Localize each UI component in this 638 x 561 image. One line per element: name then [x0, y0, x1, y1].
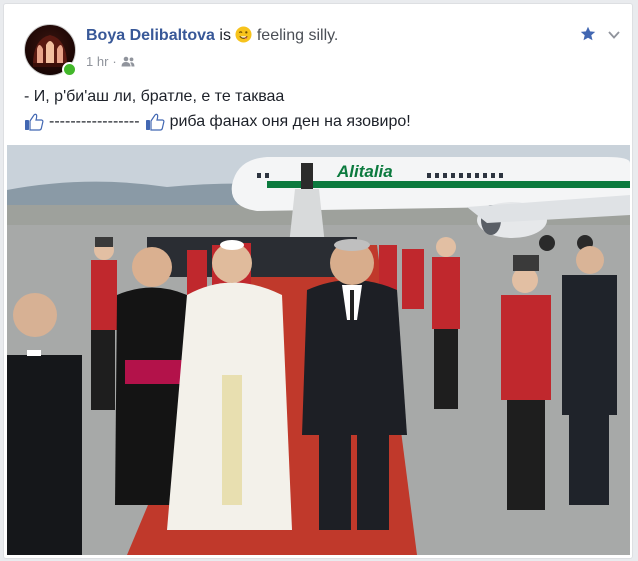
- chevron-down-icon[interactable]: [608, 31, 620, 39]
- post-meta: 1 hr ·: [86, 54, 135, 69]
- feed-post: Boya Delibaltova is feeling silly. 1 hr …: [3, 3, 633, 559]
- airport-welcome-photo: Alitalia: [7, 145, 630, 555]
- author-name-link[interactable]: Boya Delibaltova: [86, 27, 215, 44]
- star-icon[interactable]: [580, 26, 596, 42]
- timestamp-link[interactable]: 1 hr: [86, 54, 108, 69]
- airline-logo: Alitalia: [336, 162, 393, 181]
- post-photo[interactable]: Alitalia: [7, 145, 630, 555]
- post-text-dashes: -----------------: [49, 113, 140, 130]
- post-text-fishing: риба фанах оня ден на язовиро!: [169, 113, 411, 130]
- post-header: Boya Delibaltova is feeling silly.: [86, 26, 338, 45]
- meta-separator: ·: [112, 54, 117, 69]
- is-text: is: [219, 27, 231, 44]
- post-text-line-2: ----------------- риба фанах оня ден на …: [24, 113, 411, 131]
- feeling-label[interactable]: feeling silly.: [257, 27, 339, 44]
- thumbs-up-icon: [145, 113, 165, 131]
- profile-avatar[interactable]: [24, 24, 77, 77]
- online-status-dot: [62, 62, 77, 77]
- post-text-line-1: - И, р'би'аш ли, братле, е те такваа: [24, 88, 285, 105]
- thumbs-up-icon: [25, 113, 44, 131]
- winking-face-emoji-icon: [235, 26, 252, 43]
- friends-icon[interactable]: [121, 56, 135, 67]
